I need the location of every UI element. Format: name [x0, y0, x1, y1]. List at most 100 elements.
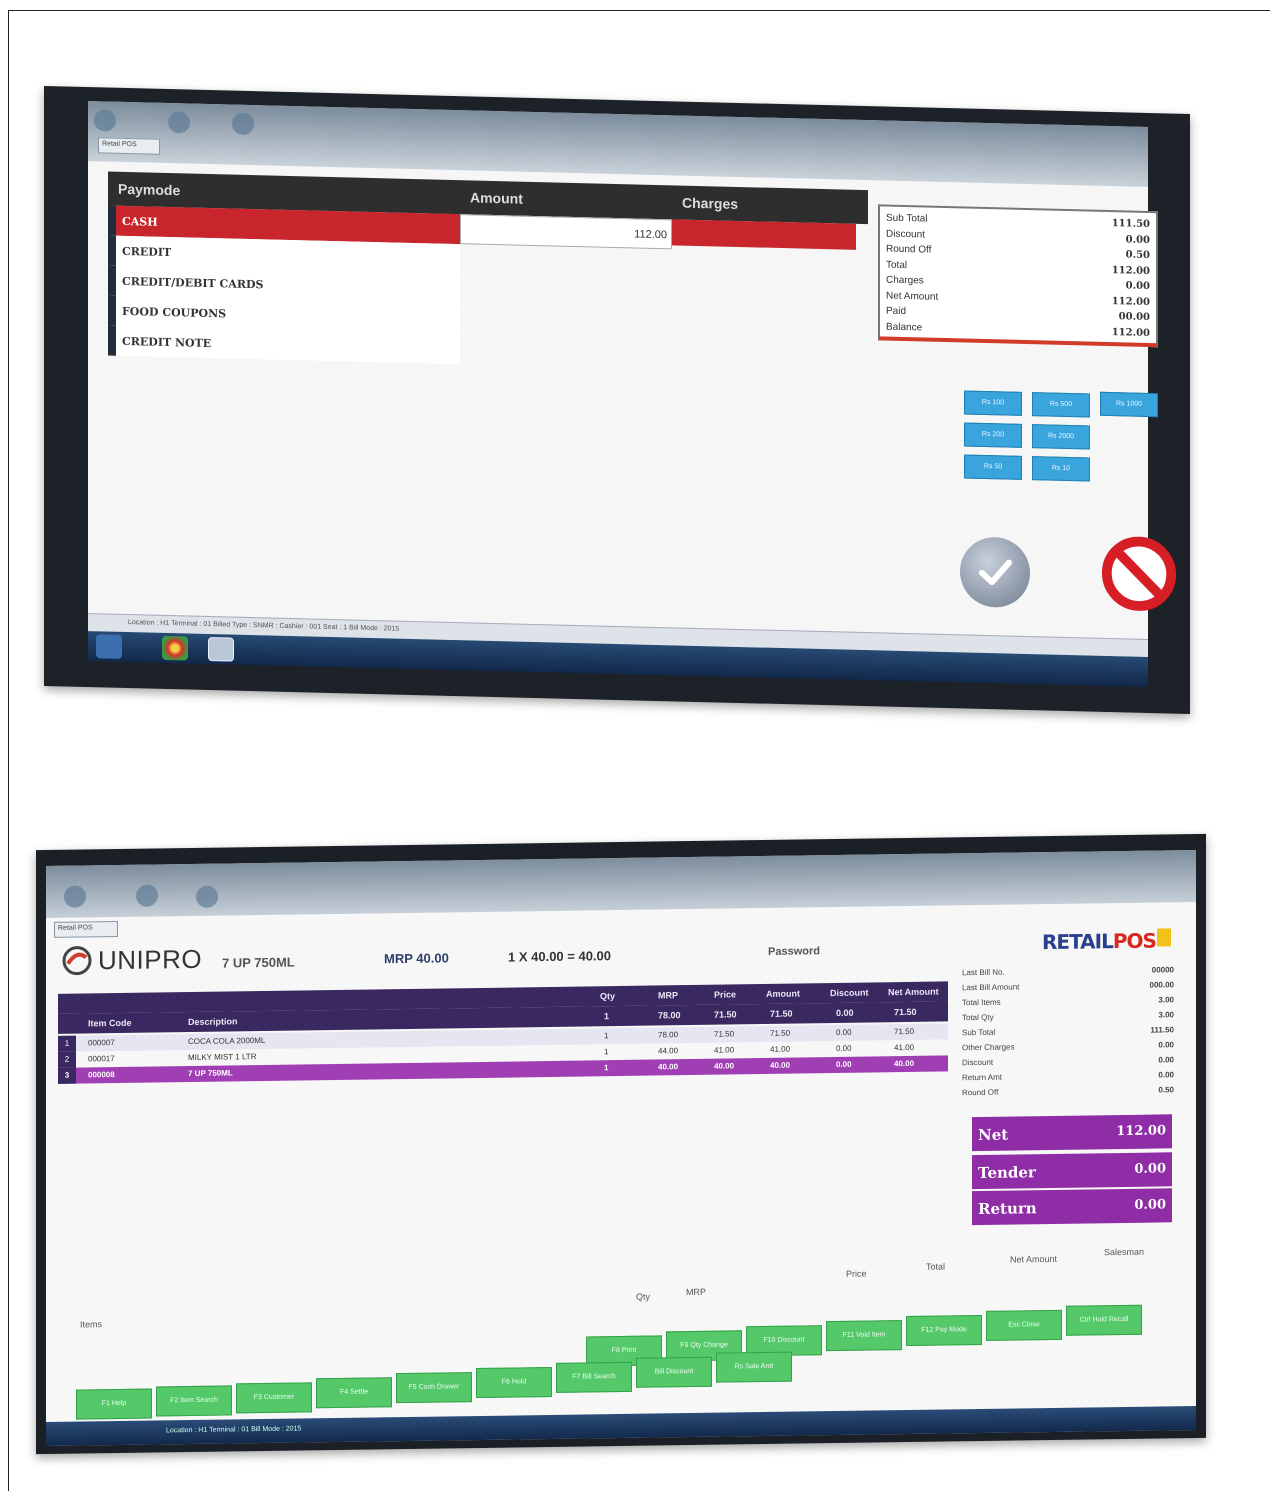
footer-items-label: Items	[80, 1319, 103, 1330]
start-icon[interactable]	[96, 634, 122, 659]
col-net-amount: Net Amount	[888, 986, 939, 998]
function-button[interactable]: F2 Item Search	[156, 1385, 232, 1417]
return-label: Return	[978, 1199, 1037, 1219]
col-qty: Qty	[600, 991, 616, 1002]
cell-item-code: 000017	[88, 1054, 115, 1064]
unipro-swirl-icon	[62, 946, 92, 976]
summary-value: 111.50	[1111, 218, 1150, 231]
checkmark-icon	[979, 559, 1012, 586]
stat-value: 0.00	[1158, 1055, 1174, 1065]
logo-text: UNIPRO	[98, 943, 203, 975]
desktop-icon[interactable]	[168, 111, 190, 134]
quick-amount-button[interactable]: Rs 1000	[1100, 391, 1158, 418]
cell-amount: 41.00	[770, 1044, 791, 1054]
brand-text-left: RETAIL	[1042, 929, 1113, 955]
stat-row: Round Off 0.50	[962, 1082, 1174, 1100]
summary-label: Net Amount	[886, 290, 939, 303]
payment-window: Retail POS Paymode Amount Charges CASH C…	[88, 101, 1177, 687]
desktop-icon[interactable]	[136, 884, 158, 907]
footer-price-label: Price	[846, 1268, 867, 1279]
desktop-icon[interactable]	[64, 885, 86, 908]
quick-amount-button[interactable]: Rs 200	[964, 422, 1022, 448]
charges-column-header: Charges	[682, 194, 739, 212]
tender-value: 0.00	[1134, 1161, 1166, 1177]
cell-net: 71.50	[894, 1026, 915, 1037]
desktop-strip	[46, 849, 1196, 919]
quick-amount-button[interactable]: Rs 2000	[1032, 424, 1090, 450]
billing-window: Retail POS UNIPRO 7 UP 750ML MRP 40.00 1…	[46, 849, 1196, 1447]
summary-label: Discount	[886, 228, 925, 241]
tender-box[interactable]: Tender 0.00	[972, 1152, 1172, 1190]
summary-label: Total	[886, 259, 908, 271]
summary-label: Paid	[886, 305, 907, 318]
cell-description: MILKY MIST 1 LTR	[188, 1052, 257, 1063]
cell-amount: 40.00	[770, 1060, 791, 1070]
window-tab[interactable]: Retail POS	[54, 921, 118, 938]
col-description: Description	[188, 1016, 238, 1028]
function-button[interactable]: Rs Sale Amt	[716, 1351, 792, 1383]
stat-label: Total Items	[962, 997, 1001, 1008]
app-icon[interactable]	[208, 637, 234, 662]
payment-screen-photo: Retail POS Paymode Amount Charges CASH C…	[44, 85, 1190, 715]
net-value: 112.00	[1116, 1123, 1166, 1140]
stat-value: 111.50	[1150, 1025, 1174, 1035]
cancel-button[interactable]	[1100, 534, 1178, 614]
confirm-button[interactable]	[960, 536, 1030, 609]
function-button[interactable]: Ctrl Hold Recall	[1066, 1304, 1142, 1336]
cell-qty: 1	[604, 1011, 610, 1022]
function-button[interactable]: F12 Pay Mode	[906, 1314, 982, 1347]
summary-value: 0.50	[1125, 249, 1150, 262]
quick-amount-button[interactable]: Rs 500	[1032, 392, 1090, 418]
function-button[interactable]: F6 Hold	[476, 1366, 552, 1399]
row-number: 2	[58, 1051, 76, 1068]
quick-amount-button[interactable]: Rs 50	[964, 454, 1022, 480]
stat-value: 00000	[1151, 965, 1174, 975]
cell-mrp: 40.00	[658, 1062, 679, 1072]
cell-amount: 71.50	[770, 1008, 793, 1019]
col-discount: Discount	[830, 987, 869, 999]
amount-input[interactable]: 112.00	[460, 214, 672, 250]
desktop-icon[interactable]	[196, 885, 218, 908]
function-button[interactable]: F4 Settle	[316, 1377, 392, 1409]
col-price: Price	[714, 989, 737, 1000]
cell-item-code: 000008	[88, 1070, 115, 1080]
window-tab[interactable]: Retail POS	[98, 137, 160, 155]
chrome-icon[interactable]	[162, 635, 188, 661]
brand-square	[1156, 928, 1171, 947]
quick-amount-button[interactable]: Rs 10	[1032, 456, 1090, 482]
desktop-icon[interactable]	[94, 109, 116, 132]
desktop-icon[interactable]	[232, 112, 254, 136]
function-button[interactable]: F1 Help	[76, 1388, 152, 1420]
cell-amount: 71.50	[770, 1028, 791, 1038]
stat-label: Return Amt	[962, 1072, 1003, 1083]
stat-label: Round Off	[962, 1087, 999, 1098]
function-button[interactable]: F11 Void Item	[826, 1320, 902, 1352]
bill-stats: Last Bill No. 00000 Last Bill Amount 000.0…	[962, 962, 1174, 1100]
amount-column-header: Amount	[470, 189, 523, 207]
current-item-calc: 1 X 40.00 = 40.00	[508, 948, 612, 965]
tender-label: Tender	[978, 1163, 1036, 1183]
payment-summary: Sub Total 111.50 Discount 0.00 Round Off 0.…	[878, 204, 1158, 348]
function-button[interactable]: F3 Customer	[236, 1382, 312, 1414]
stat-label: Last Bill No.	[962, 967, 1005, 978]
function-button[interactable]: F7 Bill Search	[556, 1361, 632, 1393]
row-number: 1	[58, 1035, 76, 1052]
function-button[interactable]: Bill Discount	[636, 1356, 712, 1388]
stat-label: Sub Total	[962, 1027, 996, 1038]
stat-value: 0.00	[1158, 1070, 1174, 1080]
cell-price: 71.50	[714, 1029, 735, 1039]
function-button[interactable]: F5 Cash Drawer	[396, 1372, 472, 1404]
summary-label: Charges	[886, 274, 924, 287]
charges-cell[interactable]	[672, 219, 856, 250]
summary-label: Balance	[886, 321, 923, 333]
function-button[interactable]: Esc Close	[986, 1309, 1062, 1341]
quick-amount-button[interactable]: Rs 100	[964, 390, 1022, 416]
summary-value: 112.00	[1111, 264, 1150, 277]
cell-price: 41.00	[714, 1045, 735, 1055]
stat-value: 3.00	[1158, 995, 1174, 1005]
return-box: Return 0.00	[972, 1188, 1172, 1226]
prohibited-icon	[1101, 536, 1177, 611]
items-grid: Qty MRP Price Amount Discount Net Amount…	[58, 981, 948, 1084]
footer-salesman-label: Salesman	[1104, 1246, 1145, 1258]
cell-qty: 1	[604, 1063, 609, 1073]
